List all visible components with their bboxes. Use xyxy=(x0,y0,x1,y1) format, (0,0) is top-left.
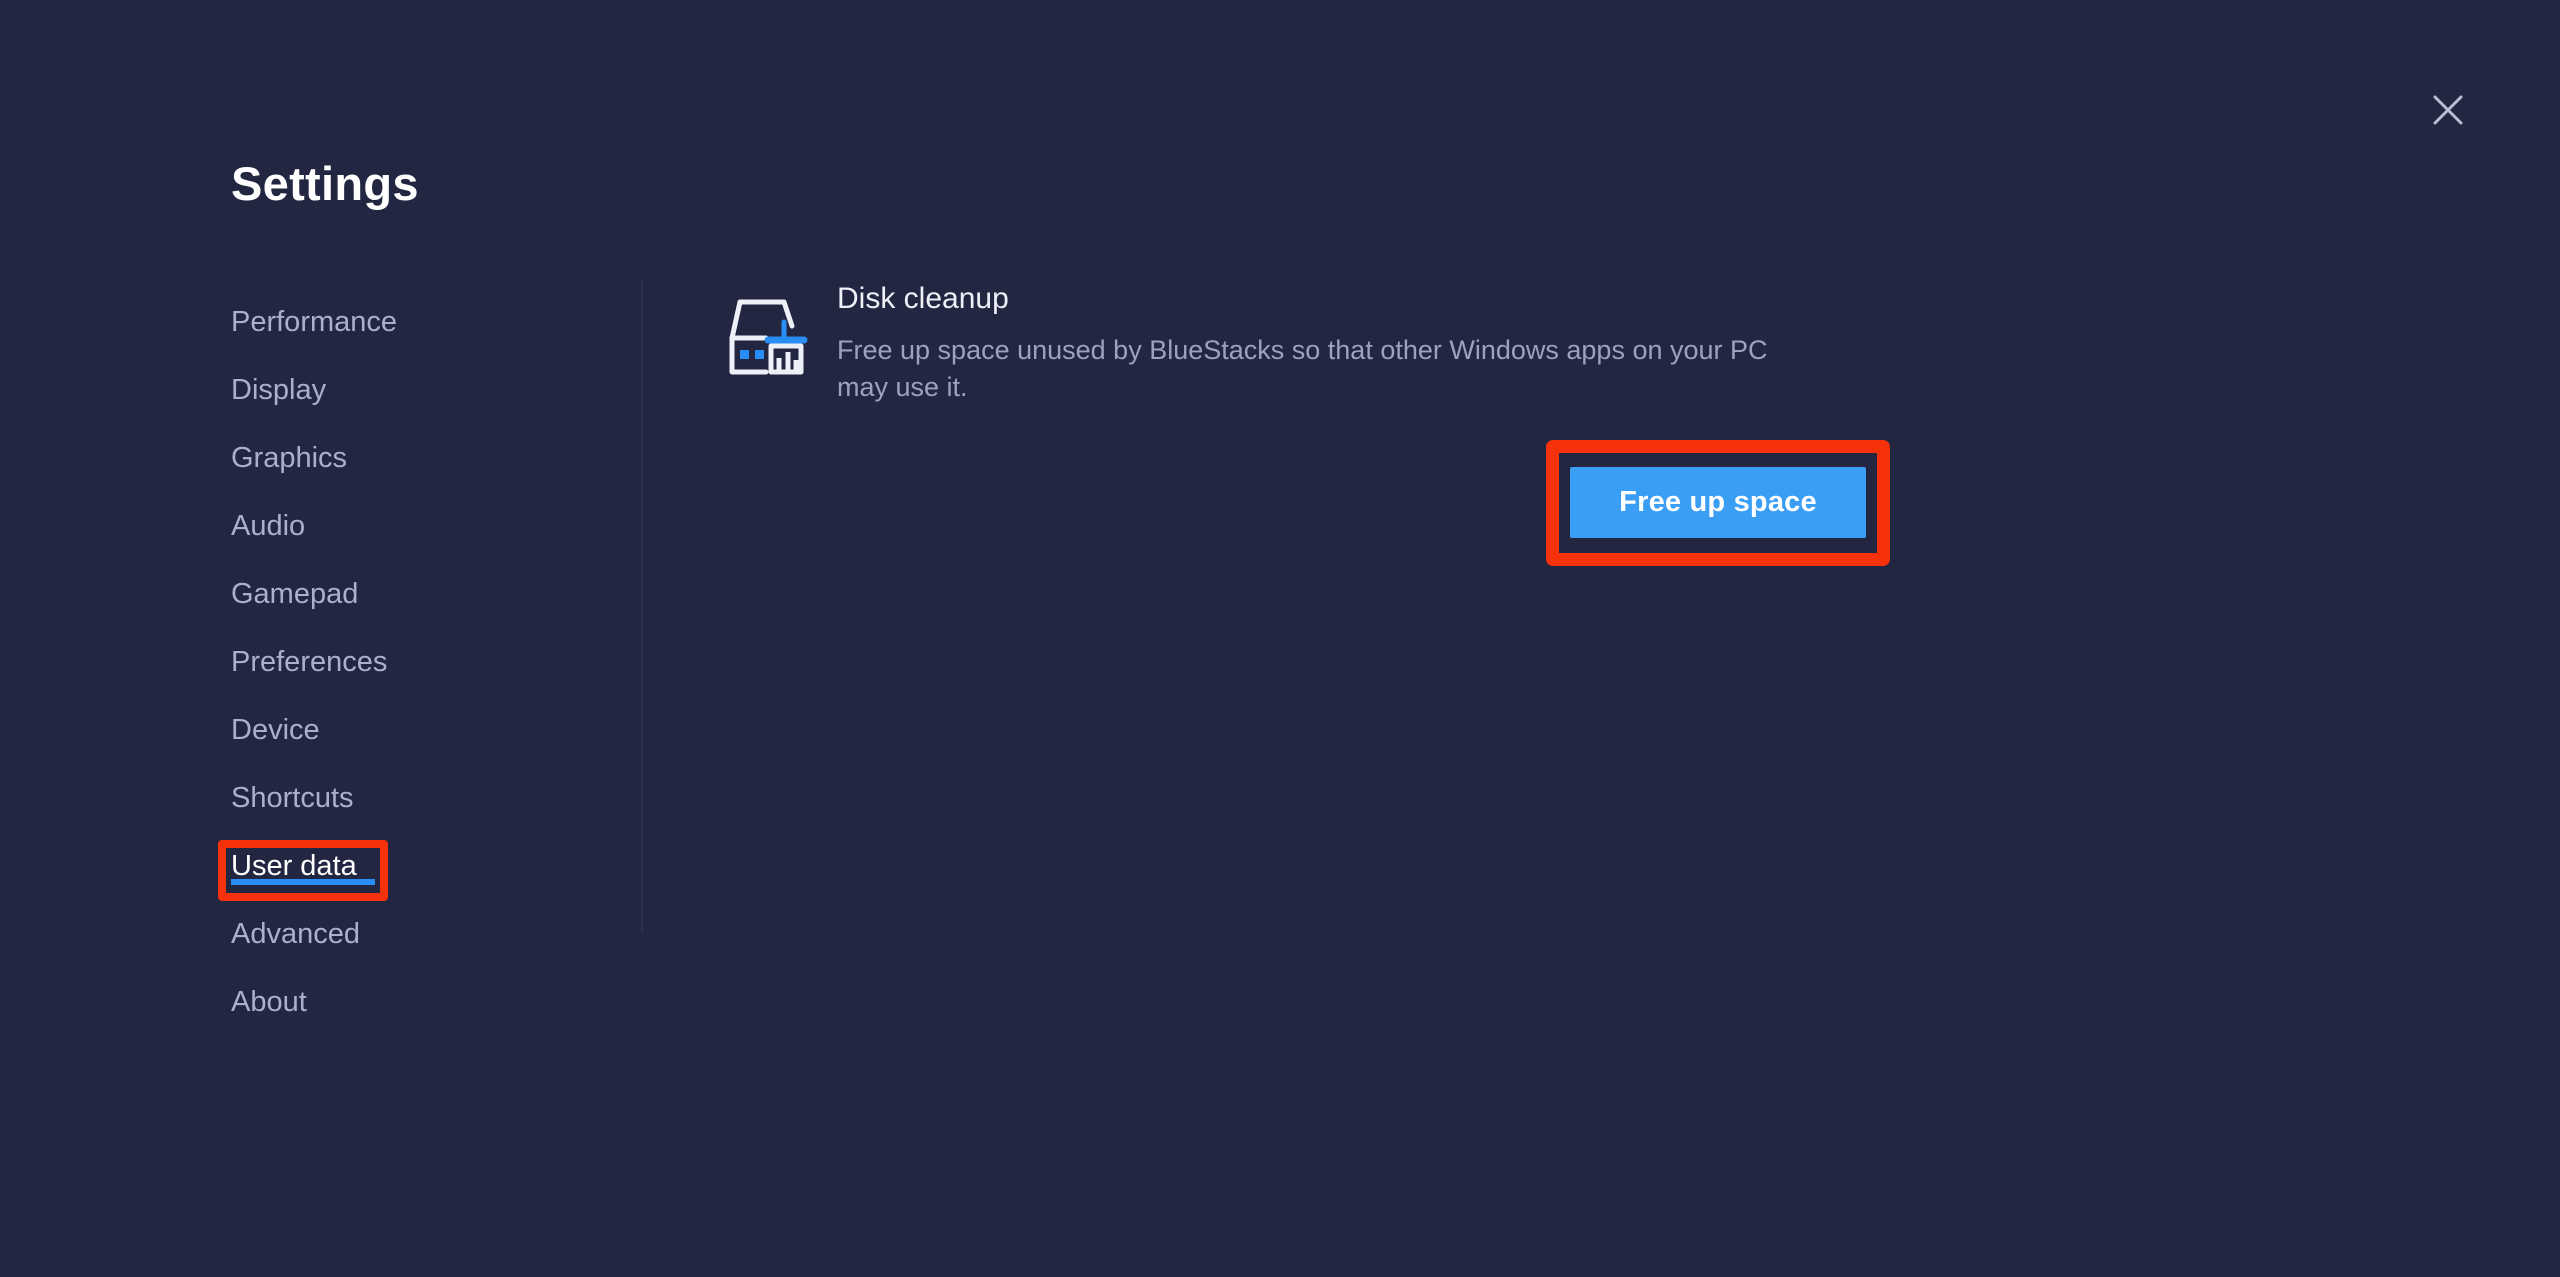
disk-cleanup-icon xyxy=(718,286,814,382)
content-divider xyxy=(641,280,643,932)
sidebar-item-display[interactable]: Display xyxy=(231,356,591,424)
sidebar-item-label: Shortcuts xyxy=(231,781,354,814)
sidebar-item-device[interactable]: Device xyxy=(231,696,591,764)
sidebar-item-label: Preferences xyxy=(231,645,388,678)
active-indicator xyxy=(231,879,375,885)
disk-cleanup-title: Disk cleanup xyxy=(837,282,1009,315)
sidebar-item-user-data[interactable]: User data xyxy=(231,832,591,900)
settings-sidebar: Performance Display Graphics Audio Gamep… xyxy=(231,288,591,1036)
disk-cleanup-text-block: Disk cleanup Free up space unused by Blu… xyxy=(837,278,1815,405)
sidebar-item-label: Performance xyxy=(231,305,398,338)
sidebar-item-about[interactable]: About xyxy=(231,968,591,1036)
page-title: Settings xyxy=(231,157,419,210)
sidebar-item-label: Advanced xyxy=(231,917,360,950)
sidebar-item-label: Gamepad xyxy=(231,577,359,610)
sidebar-item-gamepad[interactable]: Gamepad xyxy=(231,560,591,628)
close-icon xyxy=(2431,93,2465,127)
sidebar-item-label: Display xyxy=(231,373,327,406)
close-button[interactable] xyxy=(2424,86,2472,134)
sidebar-item-performance[interactable]: Performance xyxy=(231,288,591,356)
sidebar-item-label: About xyxy=(231,985,307,1018)
disk-cleanup-section: Disk cleanup Free up space unused by Blu… xyxy=(718,278,1815,405)
sidebar-item-preferences[interactable]: Preferences xyxy=(231,628,591,696)
sidebar-item-label: Device xyxy=(231,713,320,746)
sidebar-item-label: Graphics xyxy=(231,441,348,474)
sidebar-item-audio[interactable]: Audio xyxy=(231,492,591,560)
sidebar-item-label: Audio xyxy=(231,509,306,542)
sidebar-item-label: User data xyxy=(231,849,357,882)
sidebar-item-advanced[interactable]: Advanced xyxy=(231,900,591,968)
sidebar-item-graphics[interactable]: Graphics xyxy=(231,424,591,492)
sidebar-item-shortcuts[interactable]: Shortcuts xyxy=(231,764,591,832)
free-up-space-annotation-box xyxy=(1546,440,1890,566)
disk-cleanup-description: Free up space unused by BlueStacks so th… xyxy=(837,335,1768,402)
